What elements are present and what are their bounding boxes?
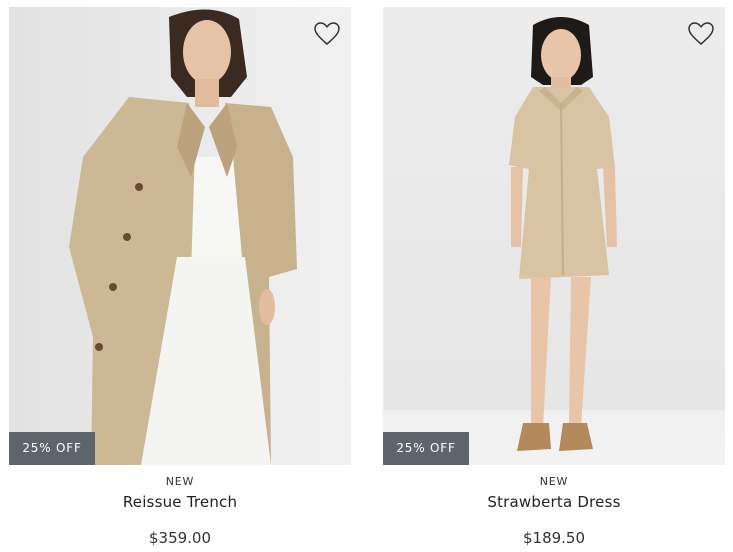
heart-outline-icon[interactable] [687, 21, 715, 47]
product-name[interactable]: Reissue Trench [9, 493, 351, 511]
product-image[interactable]: 25% OFF [9, 7, 351, 465]
product-name[interactable]: Strawberta Dress [383, 493, 725, 511]
discount-badge: 25% OFF [383, 432, 469, 465]
new-tag: NEW [165, 475, 195, 488]
product-card[interactable]: 25% OFF NEW Reissue Trench $359.00 [9, 0, 351, 552]
discount-badge: 25% OFF [9, 432, 95, 465]
product-price: $359.00 [148, 529, 212, 547]
product-price: $189.50 [522, 529, 586, 547]
new-tag: NEW [539, 475, 569, 488]
shirt-dress-photo [383, 7, 725, 465]
heart-outline-icon[interactable] [313, 21, 341, 47]
product-image[interactable]: 25% OFF [383, 7, 725, 465]
product-card[interactable]: 25% OFF NEW Strawberta Dress $189.50 [383, 0, 725, 552]
trench-coat-photo [9, 7, 351, 465]
